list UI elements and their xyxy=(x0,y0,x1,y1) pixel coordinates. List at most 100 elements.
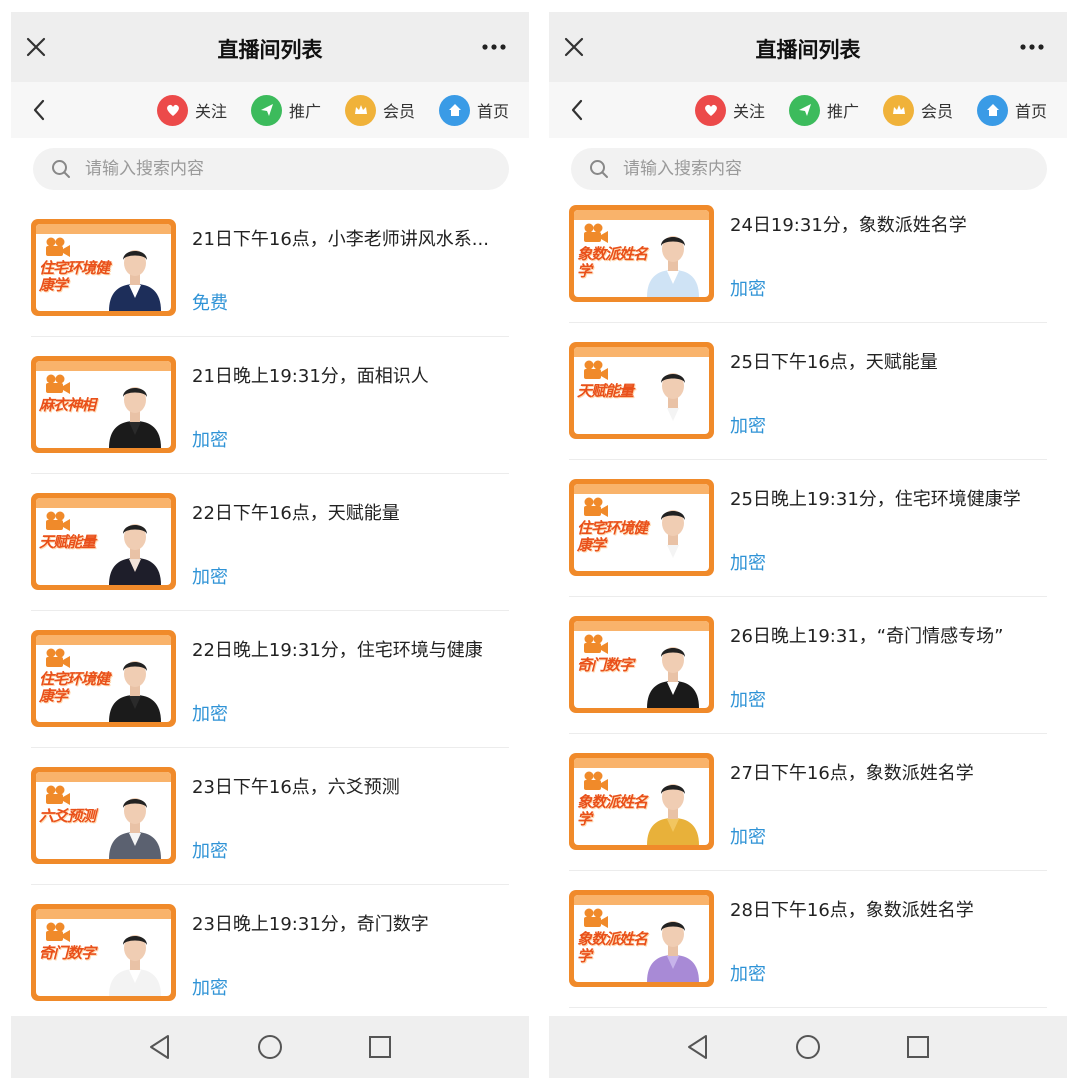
heart-icon xyxy=(157,94,188,126)
phone-screen-left: 直播间列表 关注 推广 会员 首页 请输入搜索内容 住宅环境健康学 21日下午1… xyxy=(11,12,529,1078)
room-thumbnail[interactable]: 麻衣神相 xyxy=(31,356,176,453)
room-title[interactable]: 22日晚上19:31分，住宅环境与健康 xyxy=(192,636,514,662)
room-title[interactable]: 25日下午16点，天赋能量 xyxy=(730,348,1052,374)
list-item[interactable]: 天赋能量 25日下午16点，天赋能量 加密 xyxy=(549,323,1067,460)
page-title: 直播间列表 xyxy=(755,38,861,62)
list-item[interactable]: 象数派姓名学 24日19:31分，象数派姓名学 加密 xyxy=(549,186,1067,323)
room-access-label: 加密 xyxy=(192,704,228,725)
presenter-photo xyxy=(647,921,699,982)
nav-home[interactable]: 首页 xyxy=(977,94,1047,126)
nav-follow[interactable]: 关注 xyxy=(695,94,765,126)
nav-follow[interactable]: 关注 xyxy=(157,94,227,126)
movie-camera-icon xyxy=(584,908,608,928)
title-bar: 直播间列表 xyxy=(11,12,529,82)
room-title[interactable]: 27日下午16点，象数派姓名学 xyxy=(730,759,1052,785)
room-title[interactable]: 23日下午16点，六爻预测 xyxy=(192,773,514,799)
nav-member[interactable]: 会员 xyxy=(345,94,415,126)
room-access-label: 加密 xyxy=(192,978,228,999)
list-item[interactable]: 六爻预测 23日下午16点，六爻预测 加密 xyxy=(11,748,529,885)
nav-bar: 关注 推广 会员 首页 xyxy=(11,82,529,138)
system-nav-bar xyxy=(549,1016,1067,1078)
back-icon[interactable] xyxy=(31,98,47,122)
room-title[interactable]: 23日晚上19:31分，奇门数字 xyxy=(192,910,514,936)
movie-camera-icon xyxy=(46,237,70,257)
nav-label: 会员 xyxy=(921,102,954,121)
room-title[interactable]: 22日下午16点，天赋能量 xyxy=(192,499,514,525)
room-thumbnail[interactable]: 住宅环境健康学 xyxy=(31,219,176,316)
more-icon[interactable] xyxy=(481,37,507,57)
system-recents-icon[interactable] xyxy=(367,1033,393,1061)
presenter-photo xyxy=(647,236,699,297)
presenter-photo xyxy=(109,524,161,585)
nav-member[interactable]: 会员 xyxy=(883,94,953,126)
nav-label: 会员 xyxy=(383,102,416,121)
list-item[interactable]: 住宅环境健康学 21日下午16点，小李老师讲风水系... 免费 xyxy=(11,200,529,337)
room-thumbnail[interactable]: 天赋能量 xyxy=(31,493,176,590)
crown-icon xyxy=(345,94,376,126)
home-icon xyxy=(977,94,1008,126)
room-thumbnail[interactable]: 奇门数字 xyxy=(569,616,714,713)
nav-label: 关注 xyxy=(733,102,766,121)
room-title[interactable]: 25日晚上19:31分，住宅环境健康学 xyxy=(730,485,1052,511)
system-nav-bar xyxy=(11,1016,529,1078)
back-icon[interactable] xyxy=(569,98,585,122)
room-access-label: 加密 xyxy=(192,567,228,588)
search-box[interactable] xyxy=(571,148,1047,190)
nav-promote[interactable]: 推广 xyxy=(789,94,859,126)
room-access-label: 加密 xyxy=(730,279,766,300)
list-item[interactable]: 奇门数字 23日晚上19:31分，奇门数字 加密 xyxy=(11,885,529,1022)
room-thumbnail[interactable]: 象数派姓名学 xyxy=(569,205,714,302)
presenter-photo xyxy=(109,661,161,722)
search-input[interactable] xyxy=(623,159,983,179)
presenter-photo xyxy=(647,647,699,708)
movie-camera-icon xyxy=(46,648,70,668)
nav-label: 推广 xyxy=(289,102,322,121)
list-item[interactable]: 天赋能量 22日下午16点，天赋能量 加密 xyxy=(11,474,529,611)
room-access-label: 免费 xyxy=(192,293,228,314)
more-icon[interactable] xyxy=(1019,37,1045,57)
system-recents-icon[interactable] xyxy=(905,1033,931,1061)
title-bar: 直播间列表 xyxy=(549,12,1067,82)
room-thumbnail[interactable]: 天赋能量 xyxy=(569,342,714,439)
room-thumbnail[interactable]: 象数派姓名学 xyxy=(569,753,714,850)
room-thumbnail[interactable]: 住宅环境健康学 xyxy=(569,479,714,576)
list-item[interactable]: 住宅环境健康学 22日晚上19:31分，住宅环境与健康 加密 xyxy=(11,611,529,748)
presenter-photo xyxy=(109,798,161,859)
presenter-photo xyxy=(109,250,161,311)
nav-label: 首页 xyxy=(1015,102,1048,121)
nav-home[interactable]: 首页 xyxy=(439,94,509,126)
room-title[interactable]: 24日19:31分，象数派姓名学 xyxy=(730,211,1052,237)
list-item[interactable]: 奇门数字 26日晚上19:31，“奇门情感专场” 加密 xyxy=(549,597,1067,734)
list-item[interactable]: 象数派姓名学 28日下午16点，象数派姓名学 加密 xyxy=(549,871,1067,1008)
nav-label: 首页 xyxy=(477,102,510,121)
presenter-photo xyxy=(647,784,699,845)
room-access-label: 加密 xyxy=(192,841,228,862)
list-item[interactable]: 象数派姓名学 27日下午16点，象数派姓名学 加密 xyxy=(549,734,1067,871)
movie-camera-icon xyxy=(584,223,608,243)
search-box[interactable] xyxy=(33,148,509,190)
list-item[interactable]: 住宅环境健康学 25日晚上19:31分，住宅环境健康学 加密 xyxy=(549,460,1067,597)
presenter-photo xyxy=(109,387,161,448)
movie-camera-icon xyxy=(46,374,70,394)
send-icon xyxy=(789,94,820,126)
list-item[interactable]: 麻衣神相 21日晚上19:31分，面相识人 加密 xyxy=(11,337,529,474)
room-thumbnail[interactable]: 奇门数字 xyxy=(31,904,176,1001)
system-back-icon[interactable] xyxy=(147,1033,173,1061)
room-thumbnail[interactable]: 六爻预测 xyxy=(31,767,176,864)
room-title[interactable]: 21日晚上19:31分，面相识人 xyxy=(192,362,514,388)
room-thumbnail[interactable]: 住宅环境健康学 xyxy=(31,630,176,727)
page-title: 直播间列表 xyxy=(217,38,323,62)
room-title[interactable]: 28日下午16点，象数派姓名学 xyxy=(730,896,1052,922)
nav-promote[interactable]: 推广 xyxy=(251,94,321,126)
search-input[interactable] xyxy=(85,159,445,179)
room-title[interactable]: 21日下午16点，小李老师讲风水系... xyxy=(192,225,514,251)
room-title[interactable]: 26日晚上19:31，“奇门情感专场” xyxy=(730,622,1052,648)
nav-bar: 关注 推广 会员 首页 xyxy=(549,82,1067,138)
send-icon xyxy=(251,94,282,126)
system-back-icon[interactable] xyxy=(685,1033,711,1061)
room-thumbnail[interactable]: 象数派姓名学 xyxy=(569,890,714,987)
system-home-icon[interactable] xyxy=(794,1033,822,1061)
system-home-icon[interactable] xyxy=(256,1033,284,1061)
room-access-label: 加密 xyxy=(730,416,766,437)
room-access-label: 加密 xyxy=(730,964,766,985)
